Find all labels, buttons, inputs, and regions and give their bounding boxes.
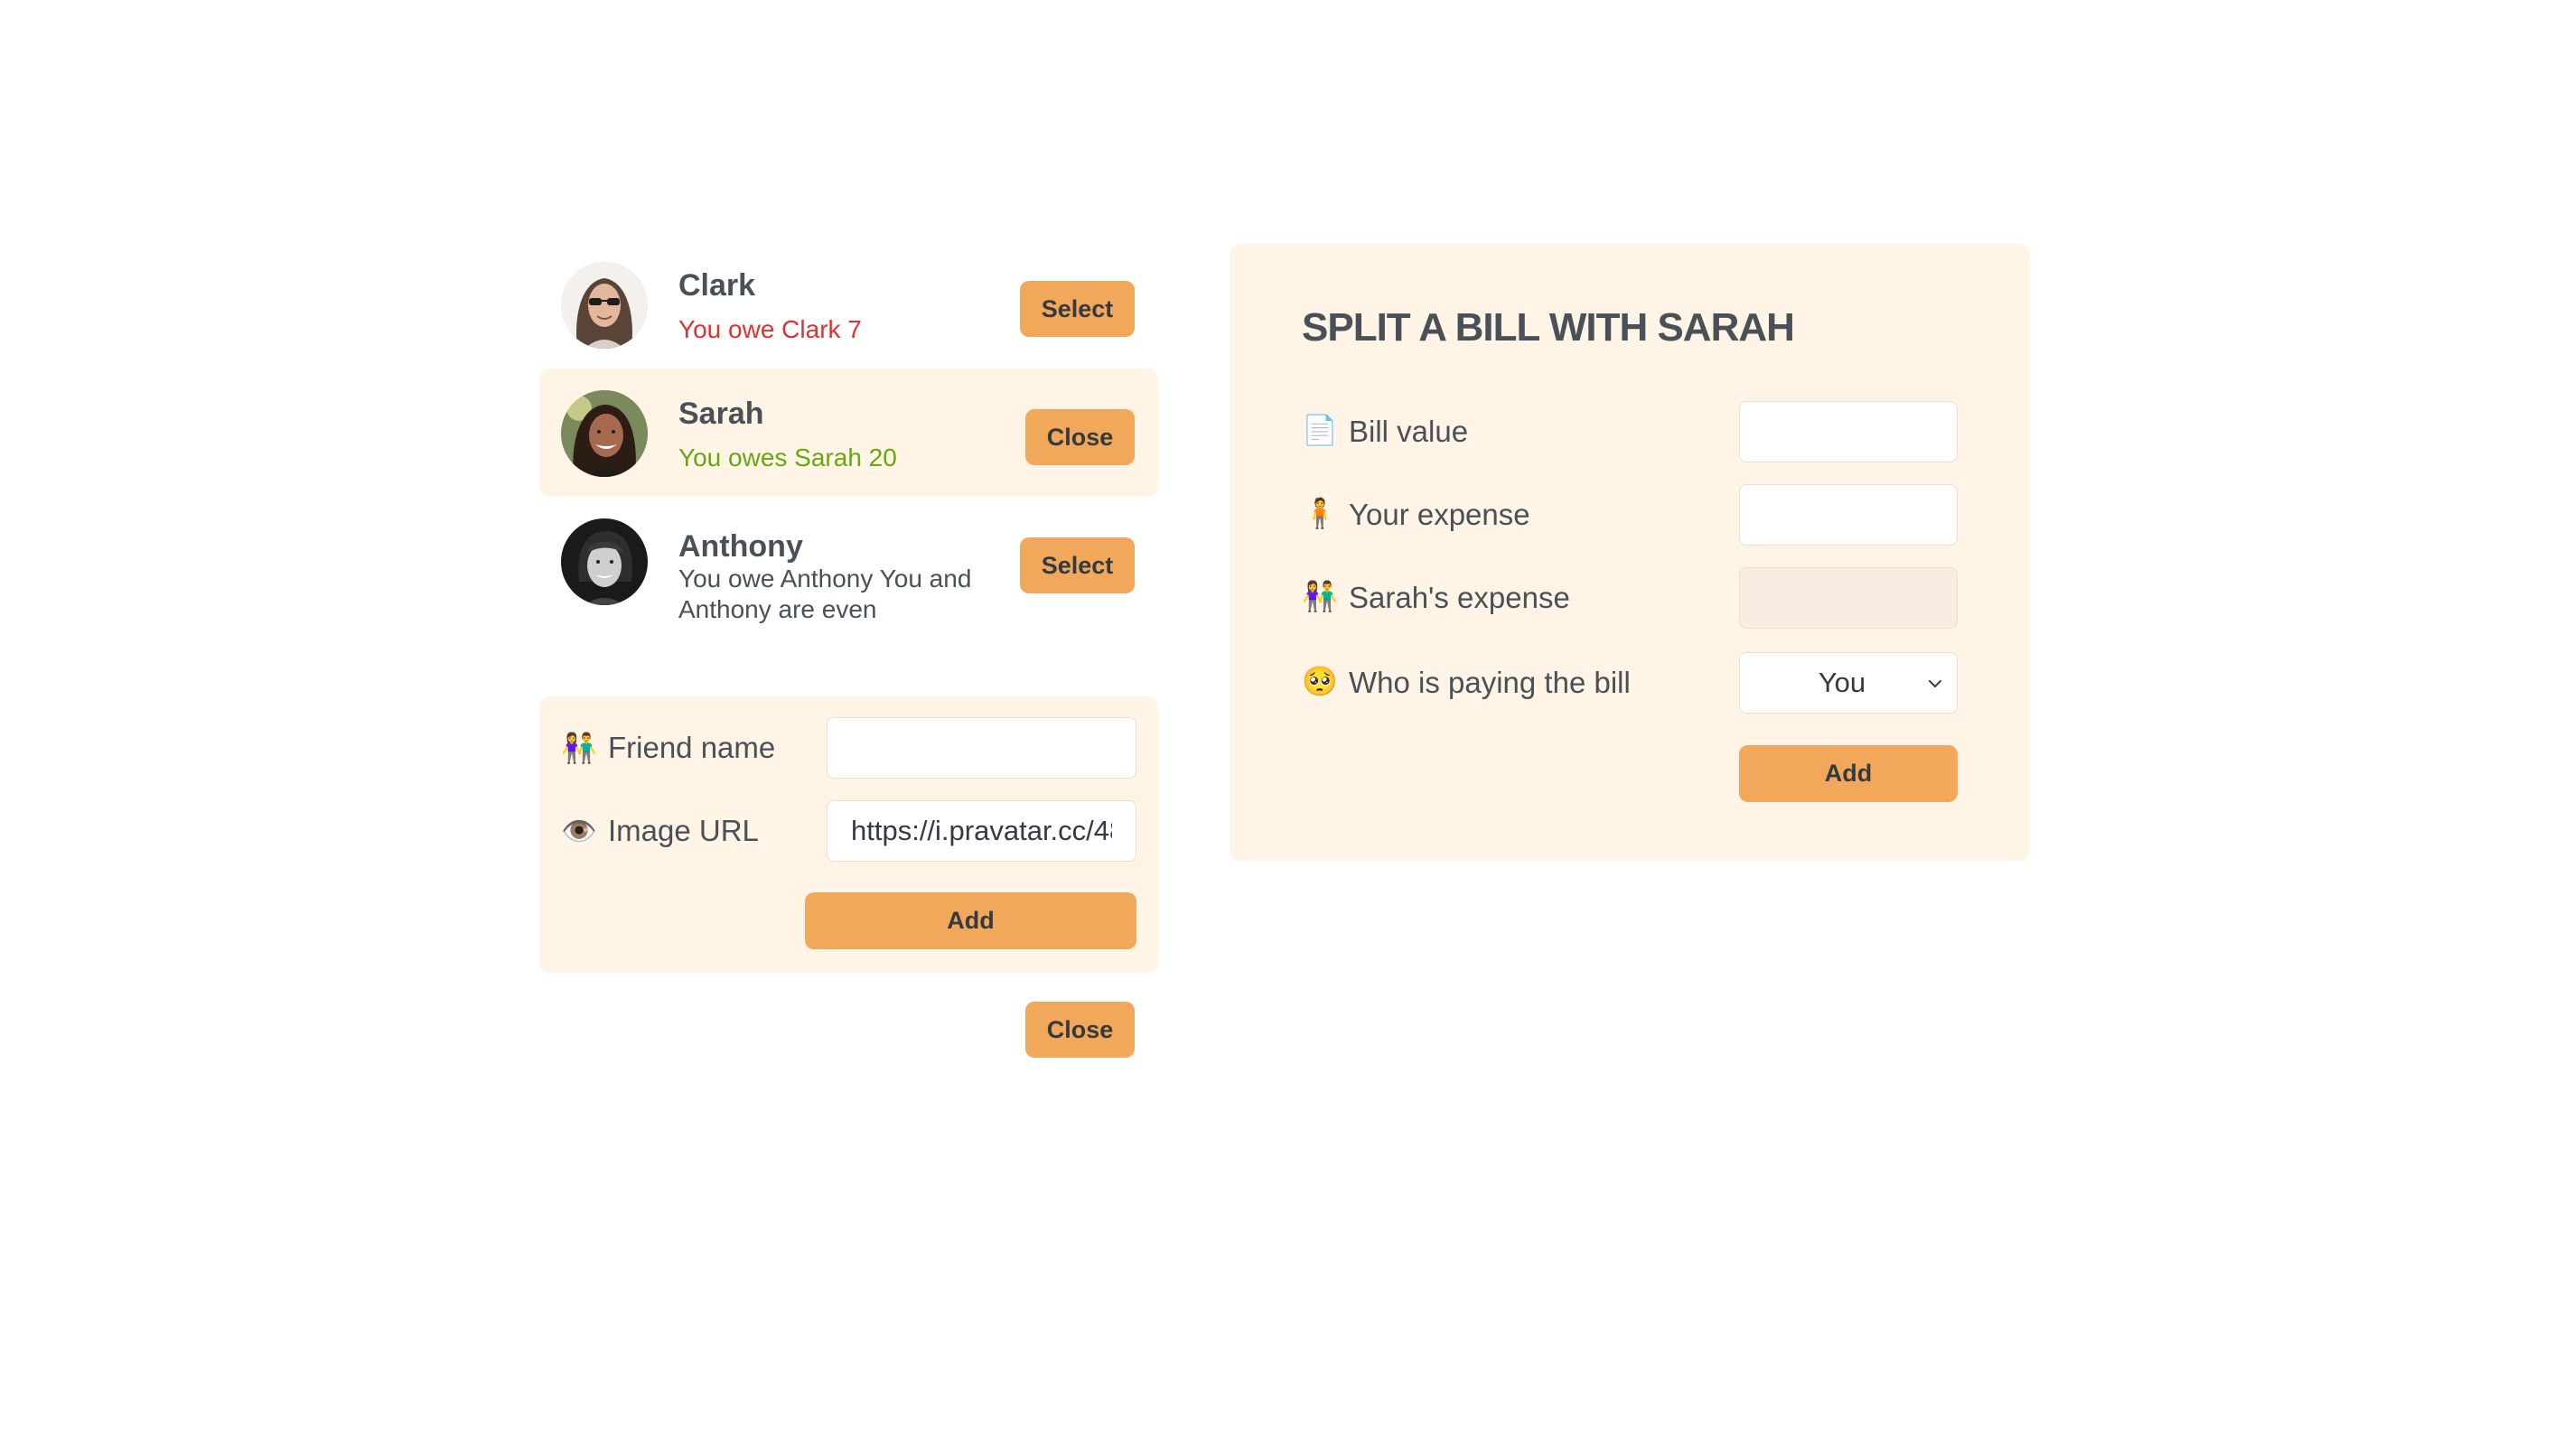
payer-label: Who is paying the bill	[1349, 666, 1631, 699]
image-url-input[interactable]	[827, 800, 1136, 862]
split-bill-form: Split a bill with Sarah 📄 Bill value 🧍 Y…	[1230, 244, 2030, 861]
friend-balance: You owe Clark 7	[678, 315, 862, 343]
payer-select[interactable]: You	[1739, 652, 1958, 714]
document-icon: 📄	[1302, 414, 1338, 446]
chevron-down-icon	[1926, 675, 1944, 693]
friend-name-input[interactable]	[827, 717, 1136, 779]
payer-selected-value: You	[1818, 667, 1866, 698]
add-friend-button[interactable]: Add	[805, 892, 1136, 949]
couple-icon: 👫	[561, 732, 597, 764]
person-standing-icon: 🧍	[1302, 497, 1338, 529]
couple-icon: 👫	[1302, 580, 1338, 612]
avatar-clark	[561, 262, 648, 349]
friend-expense-label: Sarah's expense	[1349, 581, 1570, 614]
friend-expense-input	[1739, 567, 1958, 629]
your-expense-label: Your expense	[1349, 498, 1530, 531]
eye-icon: 👁️	[561, 815, 597, 847]
avatar-sarah	[561, 390, 648, 477]
image-url-label: Image URL	[608, 814, 759, 847]
friend-item-clark: Clark You owe Clark 7 Select	[539, 240, 1158, 369]
bill-value-row: 📄 Bill value	[1302, 401, 1958, 462]
pleading-face-icon: 🥺	[1302, 665, 1338, 697]
friend-item-anthony: Anthony You owe Anthony You and Anthony …	[539, 497, 1158, 625]
friend-balance: You owe Anthony You and Anthony are even	[678, 565, 972, 623]
friend-name-label: Friend name	[608, 731, 776, 764]
bill-value-input[interactable]	[1739, 401, 1958, 462]
split-bill-title: Split a bill with Sarah	[1302, 305, 1795, 350]
bill-value-label: Bill value	[1349, 415, 1469, 448]
friends-sidebar: Clark You owe Clark 7 Select Sarah You o…	[539, 240, 1158, 625]
friend-name: Anthony	[678, 529, 803, 564]
split-bill-button[interactable]: Add	[1739, 745, 1958, 802]
friend-expense-row: 👫 Sarah's expense	[1302, 567, 1958, 629]
friend-name: Clark	[678, 268, 756, 303]
eat-n-split-app: Clark You owe Clark 7 Select Sarah You o…	[0, 0, 2562, 1456]
close-add-friend-button[interactable]: Close	[1025, 1002, 1135, 1058]
add-friend-form: 👫 Friend name 👁️ Image URL Add	[539, 696, 1158, 973]
friend-name: Sarah	[678, 397, 764, 431]
friend-balance: You owes Sarah 20	[678, 443, 897, 471]
image-url-row: 👁️ Image URL	[561, 800, 1136, 862]
avatar-anthony	[561, 518, 648, 605]
select-button-clark[interactable]: Select	[1020, 281, 1135, 337]
select-button-anthony[interactable]: Select	[1020, 537, 1135, 593]
payer-row: 🥺 Who is paying the bill You	[1302, 652, 1958, 714]
close-button-sarah[interactable]: Close	[1025, 409, 1135, 465]
your-expense-input[interactable]	[1739, 484, 1958, 546]
your-expense-row: 🧍 Your expense	[1302, 484, 1958, 546]
friend-name-row: 👫 Friend name	[561, 717, 1136, 779]
friend-item-sarah: Sarah You owes Sarah 20 Close	[539, 369, 1158, 497]
